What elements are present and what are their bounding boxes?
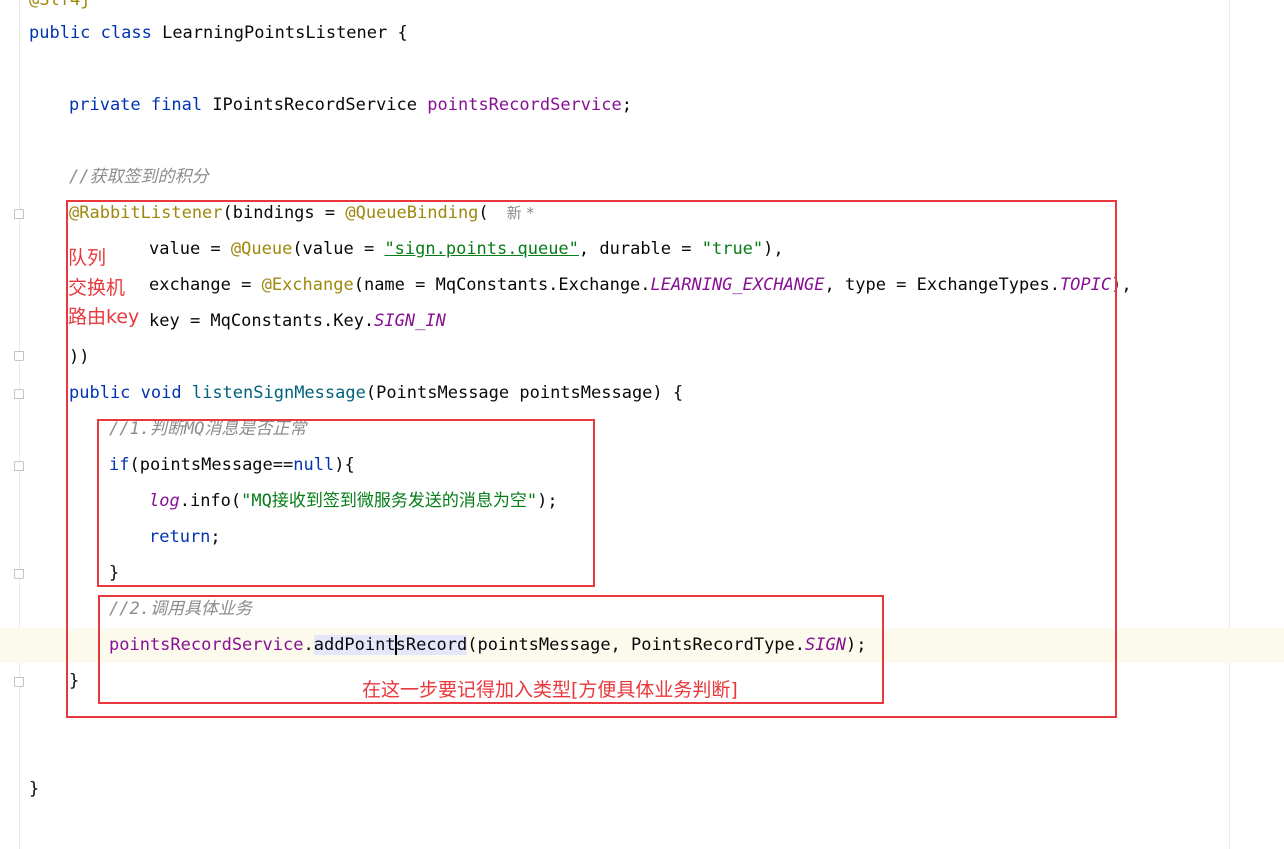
class-annotation-partial: @Slf4j: [29, 0, 91, 10]
fold-toggle-icon[interactable]: [14, 461, 24, 471]
keyword: private final: [69, 95, 203, 115]
fold-toggle-icon[interactable]: [14, 389, 24, 399]
fold-toggle-icon[interactable]: [14, 351, 24, 361]
class-name: LearningPointsListener: [162, 23, 388, 43]
brace: {: [397, 23, 408, 43]
comment-get-points[interactable]: //获取签到的积分: [69, 159, 208, 195]
class-declaration[interactable]: public class LearningPointsListener {: [29, 15, 408, 51]
right-margin-guide: [1229, 0, 1230, 849]
label-queue: 队列: [68, 247, 107, 269]
field-name: pointsRecordService: [427, 95, 622, 115]
label-routing-key: 路由key: [68, 306, 140, 328]
class-close-brace[interactable]: }: [29, 771, 39, 807]
field-type: IPointsRecordService: [212, 95, 418, 115]
fold-toggle-icon[interactable]: [14, 677, 24, 687]
null-check-highlight-box: [97, 419, 595, 587]
gutter-divider: [19, 0, 20, 849]
keyword: public class: [29, 23, 152, 43]
note-add-type: 在这一步要记得加入类型[方便具体业务判断]: [362, 679, 738, 701]
fold-toggle-icon[interactable]: [14, 569, 24, 579]
field-declaration[interactable]: private final IPointsRecordService point…: [69, 87, 632, 123]
label-exchange: 交换机: [68, 277, 126, 299]
fold-toggle-icon[interactable]: [14, 209, 24, 219]
semicolon: ;: [621, 95, 632, 115]
